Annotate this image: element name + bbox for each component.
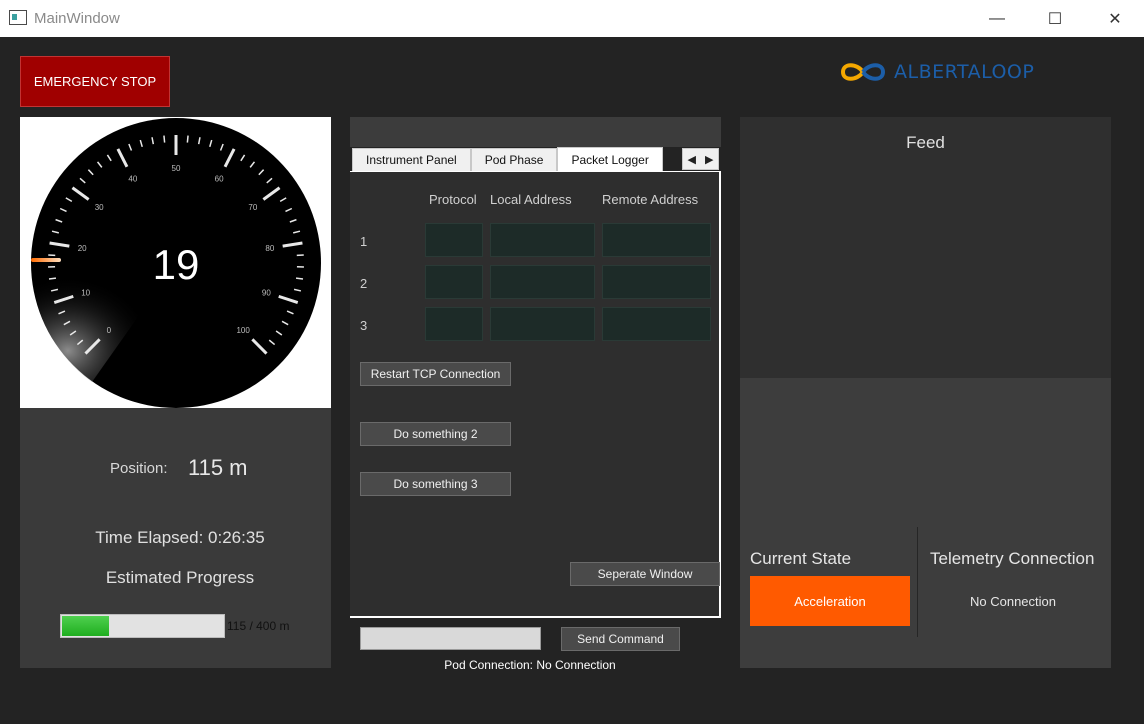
pod-connection-status: Pod Connection: No Connection	[444, 658, 616, 672]
restart-tcp-button[interactable]: Restart TCP Connection	[360, 362, 511, 386]
do-something-3-button[interactable]: Do something 3	[360, 472, 511, 496]
window-title: MainWindow	[34, 10, 120, 27]
cell-remote-address-2	[602, 265, 711, 299]
gauge-tick-label: 30	[95, 203, 104, 212]
column-header-local-address: Local Address	[490, 192, 572, 207]
position-label: Position:	[110, 460, 168, 477]
speed-gauge: 0 10 20 30 40 50 60 70 80 90 100 19	[31, 118, 321, 408]
tab-scroll-right-icon[interactable]: ▶	[701, 149, 719, 169]
gauge-tick-label: 50	[172, 164, 181, 173]
gauge-value: 19	[153, 241, 200, 288]
do-something-2-button[interactable]: Do something 2	[360, 422, 511, 446]
current-state-label: Current State	[750, 549, 852, 568]
emergency-stop-button[interactable]: EMERGENCY STOP	[20, 56, 170, 107]
cell-protocol-1	[425, 223, 483, 257]
tab-scroll-buttons: ◀ ▶	[682, 148, 719, 170]
row-label-1: 1	[360, 234, 368, 249]
gauge-tick-label: 70	[248, 203, 257, 212]
minimize-button[interactable]: —	[968, 0, 1026, 37]
cell-remote-address-1	[602, 223, 711, 257]
gauge-tick-label: 20	[78, 244, 87, 253]
logo-text: ALBERTALOOP	[894, 61, 1035, 83]
command-input[interactable]	[360, 627, 541, 650]
cell-local-address-2	[490, 265, 595, 299]
send-command-button[interactable]: Send Command	[561, 627, 680, 651]
cell-remote-address-3	[602, 307, 711, 341]
column-header-remote-address: Remote Address	[602, 192, 699, 207]
gauge-tick	[48, 277, 57, 280]
column-header-protocol: Protocol	[429, 192, 477, 207]
close-button[interactable]: ✕	[1086, 0, 1144, 37]
cell-protocol-3	[425, 307, 483, 341]
cell-local-address-3	[490, 307, 595, 341]
progress-bar-fill	[62, 616, 109, 636]
app-window-icon	[9, 10, 27, 25]
state-divider	[917, 527, 918, 637]
row-label-3: 3	[360, 318, 368, 333]
tab-widget-header	[350, 117, 721, 147]
gauge-tick-label: 80	[265, 244, 274, 253]
row-label-2: 2	[360, 276, 368, 291]
separate-window-button[interactable]: Seperate Window	[570, 562, 720, 586]
current-state-badge: Acceleration	[750, 576, 910, 626]
tab-instrument-panel[interactable]: Instrument Panel	[352, 148, 471, 171]
time-elapsed: Time Elapsed: 0:26:35	[95, 528, 265, 547]
telemetry-connection-label: Telemetry Connection	[930, 549, 1095, 568]
cell-local-address-1	[490, 223, 595, 257]
feed-panel	[740, 117, 1111, 378]
tab-scroll-left-icon[interactable]: ◀	[683, 149, 701, 169]
gauge-tick-label: 100	[236, 326, 250, 335]
maximize-button[interactable]: ☐	[1026, 0, 1084, 37]
albertaloop-logo: ALBERTALOOP	[838, 58, 1038, 86]
gauge-tick	[163, 135, 166, 143]
gauge-tick	[186, 135, 189, 143]
gauge-tick-label: 90	[262, 288, 271, 297]
progress-text: 115 / 400 m	[227, 619, 290, 633]
tab-bar: Instrument Panel Pod Phase Packet Logger	[352, 147, 663, 171]
title-bar: MainWindow — ☐ ✕	[0, 0, 1144, 37]
gauge-tick-label: 40	[128, 174, 137, 183]
gauge-needle	[31, 258, 61, 262]
position-value: 115 m	[188, 455, 248, 480]
speed-gauge-panel: 0 10 20 30 40 50 60 70 80 90 100 19	[20, 117, 331, 408]
gauge-tick-label: 10	[81, 288, 90, 297]
telemetry-connection-value: No Connection	[970, 594, 1056, 609]
gauge-tick-label: 0	[107, 326, 112, 335]
estimated-progress-label: Estimated Progress	[105, 568, 255, 587]
feed-label: Feed	[906, 133, 945, 152]
progress-bar	[60, 614, 225, 638]
gauge-tick	[295, 277, 304, 280]
tab-pod-phase[interactable]: Pod Phase	[470, 148, 558, 171]
cell-protocol-2	[425, 265, 483, 299]
gauge-tick-label: 60	[215, 174, 224, 183]
infinity-logo-icon	[840, 63, 886, 81]
tab-packet-logger[interactable]: Packet Logger	[557, 147, 663, 171]
